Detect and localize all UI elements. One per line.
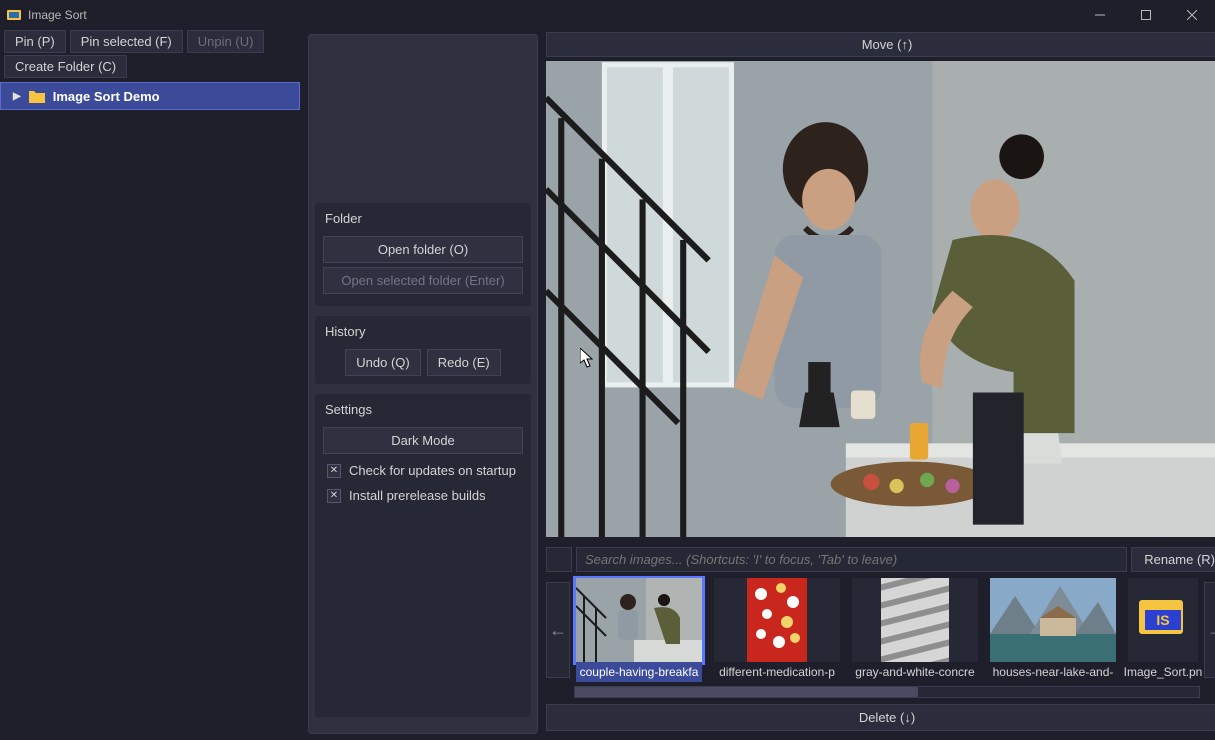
thumbnail-strip: couple-having-breakfa different-medicati… bbox=[570, 576, 1204, 684]
updates-checkbox[interactable]: ✕ Check for updates on startup bbox=[323, 458, 523, 483]
checkbox-icon: ✕ bbox=[327, 464, 341, 478]
pin-selected-button[interactable]: Pin selected (F) bbox=[70, 30, 183, 53]
unpin-button[interactable]: Unpin (U) bbox=[187, 30, 265, 53]
tree-expand-icon[interactable]: ▶ bbox=[13, 91, 21, 102]
updates-label: Check for updates on startup bbox=[349, 463, 516, 478]
undo-button[interactable]: Undo (Q) bbox=[345, 349, 420, 376]
history-panel-title: History bbox=[323, 324, 523, 339]
thumbnail-label: houses-near-lake-and- bbox=[990, 662, 1116, 682]
thumbnail-image bbox=[576, 578, 702, 662]
rename-button[interactable]: Rename (R) bbox=[1131, 547, 1215, 572]
tree-item-label: Image Sort Demo bbox=[53, 89, 160, 104]
delete-button[interactable]: Delete (↓) bbox=[546, 704, 1215, 731]
folder-tree: ▶ Image Sort Demo bbox=[0, 80, 300, 740]
move-button[interactable]: Move (↑) bbox=[546, 32, 1215, 57]
redo-button[interactable]: Redo (E) bbox=[427, 349, 501, 376]
thumbnail-item[interactable]: IS Image_Sort.pn bbox=[1128, 578, 1198, 682]
thumbnail-label: Image_Sort.pn bbox=[1100, 662, 1204, 682]
thumbnail-image bbox=[714, 578, 840, 662]
folder-panel-title: Folder bbox=[323, 211, 523, 226]
thumbnail-image: IS bbox=[1128, 578, 1198, 662]
thumbnail-image bbox=[852, 578, 978, 662]
prev-image-button[interactable]: ← bbox=[546, 582, 570, 678]
app-icon bbox=[6, 7, 22, 23]
svg-text:IS: IS bbox=[1156, 612, 1169, 628]
thumbnail-label: different-medication-p bbox=[714, 662, 840, 682]
search-input[interactable] bbox=[576, 547, 1127, 572]
thumbnail-item[interactable]: couple-having-breakfa bbox=[576, 578, 702, 682]
folder-panel: Folder Open folder (O) Open selected fol… bbox=[315, 203, 531, 306]
thumbnail-item[interactable]: gray-and-white-concre bbox=[852, 578, 978, 682]
thumbnail-label: couple-having-breakfa bbox=[576, 662, 702, 682]
thumbnail-item[interactable]: different-medication-p bbox=[714, 578, 840, 682]
actions-panel: Folder Open folder (O) Open selected fol… bbox=[308, 34, 538, 734]
next-image-button[interactable]: → bbox=[1204, 582, 1215, 678]
image-preview[interactable] bbox=[546, 61, 1215, 537]
thumbnail-scrollbar[interactable] bbox=[574, 686, 1200, 698]
window-title: Image Sort bbox=[28, 8, 87, 22]
thumbnail-item[interactable]: houses-near-lake-and- bbox=[990, 578, 1116, 682]
pin-button[interactable]: Pin (P) bbox=[4, 30, 66, 53]
folder-tree-panel: Pin (P) Pin selected (F) Unpin (U) Creat… bbox=[0, 30, 300, 740]
thumbnail-image bbox=[990, 578, 1116, 662]
folder-icon bbox=[29, 89, 45, 103]
prerelease-label: Install prerelease builds bbox=[349, 488, 486, 503]
close-button[interactable] bbox=[1169, 0, 1215, 30]
open-folder-button[interactable]: Open folder (O) bbox=[323, 236, 523, 263]
thumbnail-label: gray-and-white-concre bbox=[852, 662, 978, 682]
checkbox-icon: ✕ bbox=[327, 489, 341, 503]
history-panel: History Undo (Q) Redo (E) bbox=[315, 316, 531, 384]
tree-item-image-sort-demo[interactable]: ▶ Image Sort Demo bbox=[0, 82, 300, 110]
scrollbar-thumb[interactable] bbox=[575, 687, 918, 697]
settings-panel: Settings Dark Mode ✕ Check for updates o… bbox=[315, 394, 531, 717]
preview-panel: Move (↑) bbox=[546, 30, 1215, 740]
minimize-button[interactable] bbox=[1077, 0, 1123, 30]
search-prefix bbox=[546, 547, 572, 572]
settings-panel-title: Settings bbox=[323, 402, 523, 417]
title-bar: Image Sort bbox=[0, 0, 1215, 30]
create-folder-button[interactable]: Create Folder (C) bbox=[4, 55, 127, 78]
maximize-button[interactable] bbox=[1123, 0, 1169, 30]
open-selected-folder-button[interactable]: Open selected folder (Enter) bbox=[323, 267, 523, 294]
prerelease-checkbox[interactable]: ✕ Install prerelease builds bbox=[323, 483, 523, 508]
dark-mode-button[interactable]: Dark Mode bbox=[323, 427, 523, 454]
